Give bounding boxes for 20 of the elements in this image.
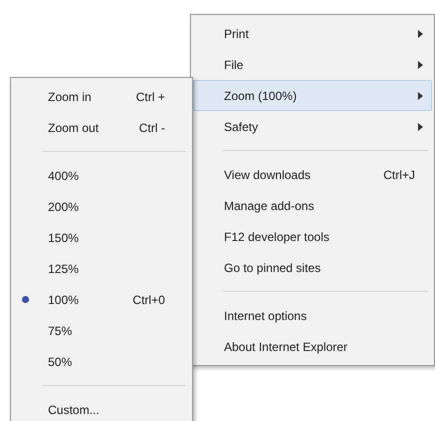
menu-item[interactable]: Safety <box>193 111 432 142</box>
menu-item[interactable]: Internet options <box>193 300 432 331</box>
menu-item[interactable]: Custom... <box>13 394 190 421</box>
menu-item[interactable]: About Internet Explorer <box>193 331 432 362</box>
menu-item[interactable]: Print <box>193 18 432 49</box>
menu-item[interactable]: 150% <box>13 222 190 253</box>
menu-item[interactable]: Zoom out Ctrl - <box>13 112 190 143</box>
menu-item[interactable]: 75% <box>13 315 190 346</box>
menu-item[interactable]: File <box>193 49 432 80</box>
menu-item[interactable]: 200% <box>13 191 190 222</box>
menu-item[interactable]: 125% <box>13 253 190 284</box>
menu-item[interactable]: 100% Ctrl+0 <box>13 284 190 315</box>
menu-item[interactable]: View downloads Ctrl+J <box>193 159 432 190</box>
menu-item[interactable]: 50% <box>13 346 190 377</box>
menu-item[interactable]: Zoom in Ctrl + <box>13 81 190 112</box>
menu-item[interactable]: Go to pinned sites <box>193 252 432 283</box>
menu-item[interactable]: Manage add-ons <box>193 190 432 221</box>
menu-item[interactable]: F12 developer tools <box>193 221 432 252</box>
menu-item[interactable]: Zoom (100%) <box>193 80 432 111</box>
menu-item[interactable]: 400% <box>13 160 190 191</box>
